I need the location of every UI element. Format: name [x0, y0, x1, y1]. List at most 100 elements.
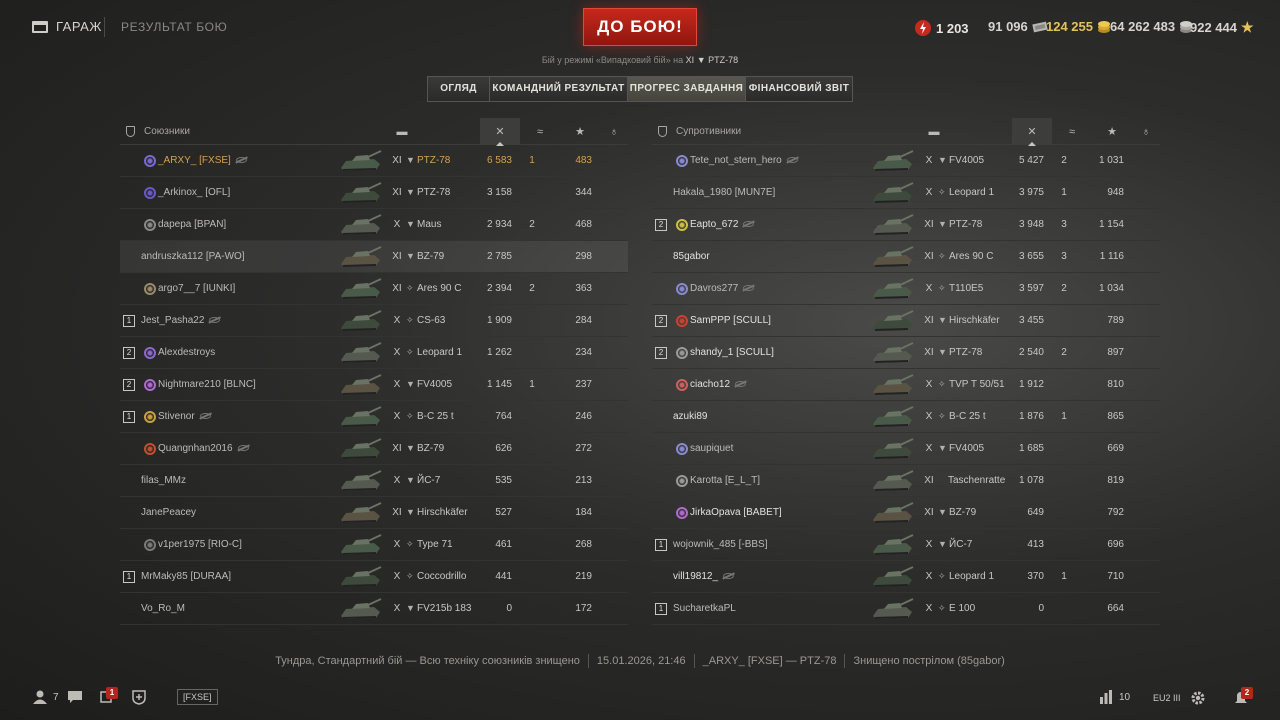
player-name[interactable]: SucharetkaPL	[673, 603, 736, 614]
clan-tag[interactable]: [FXSE]	[177, 689, 218, 705]
player-name[interactable]: v1per1975 [RIO-C]	[158, 539, 242, 550]
garage-link[interactable]: ГАРАЖ	[32, 19, 102, 34]
player-name[interactable]: Tete_not_stern_hero	[690, 155, 798, 166]
player-row[interactable]: 1 Stivenor X ✧ B-C 25 t 764 246	[120, 401, 628, 433]
tank-name: Hirschkäfer	[417, 507, 468, 518]
medal-column-icon[interactable]: ♁	[604, 123, 624, 141]
invites-button[interactable]: 1	[99, 687, 118, 707]
player-name[interactable]: SamPPP [SCULL]	[690, 315, 771, 326]
sessions-stats[interactable]: 10	[1099, 690, 1130, 704]
player-row[interactable]: JirkaOpava [BABET] XI ▼ BZ-79 649 792	[652, 497, 1160, 529]
player-row[interactable]: ciacho12 X ✧ TVP T 50/51 1 912 810	[652, 369, 1160, 401]
player-row[interactable]: v1per1975 [RIO-C] X ✧ Type 71 461 268	[120, 529, 628, 561]
player-row[interactable]: dapepa [BPAN] X ▼ Maus 2 934 2 468	[120, 209, 628, 241]
chat-button[interactable]	[67, 690, 83, 707]
player-name[interactable]: MrMaky85 [DURAA]	[141, 571, 231, 582]
player-name[interactable]: shandy_1 [SCULL]	[690, 347, 774, 358]
credits-counter[interactable]: 91 096	[988, 19, 1048, 34]
player-row[interactable]: Quangnhan2016 XI ▼ BZ-79 626 272	[120, 433, 628, 465]
player-name[interactable]: Hakala_1980 [MUN7E]	[673, 187, 775, 198]
tab-task-progress[interactable]: ПРОГРЕС ЗАВДАННЯ	[628, 77, 746, 101]
player-row[interactable]: JanePeacey XI ▼ Hirschkäfer 527 184	[120, 497, 628, 529]
player-row[interactable]: Davros277 X ✧ T110E5 3 597 2 1 034	[652, 273, 1160, 305]
tab-team-result[interactable]: КОМАНДНИЙ РЕЗУЛЬТАТ	[490, 77, 628, 101]
player-name[interactable]: Eapto_672	[690, 219, 755, 230]
damage-column-icon[interactable]: ✕	[490, 123, 510, 141]
xp-column-icon[interactable]: ★	[570, 123, 590, 141]
clan-button[interactable]	[132, 690, 146, 708]
player-row[interactable]: filas_MMz X ▼ ЙС-7 535 213	[120, 465, 628, 497]
settings-button[interactable]	[1190, 690, 1206, 709]
player-row[interactable]: 1 wojownik_485 [-BBS] X ▼ ЙС-7 413 696	[652, 529, 1160, 561]
player-row[interactable]: Karotta [E_L_T] XI Taschenratte 1 078 819	[652, 465, 1160, 497]
player-name[interactable]: JirkaOpava [BABET]	[690, 507, 782, 518]
server-selector[interactable]: EU2 III	[1153, 693, 1181, 703]
player-row[interactable]: 2 Alexdestroys X ✧ Leopard 1 1 262 234	[120, 337, 628, 369]
player-row[interactable]: saupiquet X ▼ FV4005 1 685 669	[652, 433, 1160, 465]
player-row[interactable]: vill19812_ X ✧ Leopard 1 370 1 710	[652, 561, 1160, 593]
bonds-counter[interactable]: 1 203	[914, 19, 969, 37]
player-name[interactable]: saupiquet	[690, 443, 733, 454]
player-name[interactable]: Alexdestroys	[158, 347, 215, 358]
friends-button[interactable]: 7	[32, 690, 59, 704]
gold-counter[interactable]: 124 255	[1046, 19, 1111, 34]
player-name[interactable]: filas_MMz	[141, 475, 186, 486]
kills-value: 3	[1061, 219, 1067, 230]
player-name[interactable]: argo7__7 [IUNKI]	[158, 283, 235, 294]
player-name[interactable]: JanePeacey	[141, 507, 196, 518]
player-name[interactable]: dapepa [BPAN]	[158, 219, 226, 230]
player-row[interactable]: Hakala_1980 [MUN7E] X ✧ Leopard 1 3 975 1 948	[652, 177, 1160, 209]
player-row[interactable]: 2 Nightmare210 [BLNC] X ▼ FV4005 1 145 1 237	[120, 369, 628, 401]
tank-column-icon[interactable]: ▬	[924, 123, 944, 141]
player-row[interactable]: _Arkinox_ [OFL] XI ▼ PTZ-78 3 158 344	[120, 177, 628, 209]
silver-counter[interactable]: 64 262 483	[1110, 19, 1193, 34]
player-name[interactable]: _Arkinox_ [OFL]	[158, 187, 230, 198]
player-row[interactable]: andruszka112 [PA-WO] XI ▼ BZ-79 2 785 298	[120, 241, 628, 273]
xp-column-icon[interactable]: ★	[1102, 123, 1122, 141]
battle-button[interactable]: ДО БОЮ!	[583, 8, 697, 46]
tab-financial-report[interactable]: ФІНАНСОВИЙ ЗВІТ	[746, 77, 852, 101]
player-name[interactable]: ciacho12	[690, 379, 747, 390]
player-name[interactable]: Vo_Ro_M	[141, 603, 185, 614]
player-row[interactable]: 2 SamPPP [SCULL] XI ▼ Hirschkäfer 3 455 789	[652, 305, 1160, 337]
free-xp-counter[interactable]: 922 444 ★	[1190, 19, 1254, 36]
player-row[interactable]: 2 Eapto_672 XI ▼ PTZ-78 3 948 3 1 154	[652, 209, 1160, 241]
player-name[interactable]: wojownik_485 [-BBS]	[673, 539, 768, 550]
kills-value: 2	[1061, 283, 1067, 294]
player-name[interactable]: andruszka112 [PA-WO]	[141, 251, 245, 262]
player-name[interactable]: Jest_Pasha22	[141, 315, 221, 326]
player-row[interactable]: azuki89 X ✧ B-C 25 t 1 876 1 865	[652, 401, 1160, 433]
player-row[interactable]: 1 SucharetkaPL X ✧ E 100 0 664	[652, 593, 1160, 625]
player-name[interactable]: vill19812_	[673, 571, 735, 582]
player-row[interactable]: Vo_Ro_M X ▼ FV215b 183 0 172	[120, 593, 628, 625]
player-name[interactable]: azuki89	[673, 411, 707, 422]
player-row[interactable]: argo7__7 [IUNKI] XI ✧ Ares 90 C 2 394 2 363	[120, 273, 628, 305]
notifications-button[interactable]: 2	[1234, 687, 1253, 708]
player-name[interactable]: Davros277	[690, 283, 755, 294]
player-badge-icon	[144, 411, 156, 423]
player-name[interactable]: 85gabor	[673, 251, 710, 262]
medal-column-icon[interactable]: ♁	[1136, 123, 1156, 141]
tank-column-icon[interactable]: ▬	[392, 123, 412, 141]
player-row[interactable]: 1 MrMaky85 [DURAA] X ✧ Coccodrillo 441 219	[120, 561, 628, 593]
mode-text: Бій у режимі «Випадковий бій» на	[541, 55, 684, 65]
kills-column-icon[interactable]: ≈	[530, 123, 550, 141]
player-name[interactable]: Quangnhan2016	[158, 443, 249, 454]
tank-name: BZ-79	[417, 251, 445, 262]
player-row[interactable]: _ARXY_ [FXSE] XI ▼ PTZ-78 6 583 1 483	[120, 145, 628, 177]
damage-value: 3 655	[1018, 251, 1044, 262]
player-row[interactable]: 85gabor XI ✧ Ares 90 C 3 655 3 1 116	[652, 241, 1160, 273]
player-name[interactable]: _ARXY_ [FXSE]	[158, 155, 247, 166]
damage-column-icon[interactable]: ✕	[1022, 123, 1042, 141]
player-row[interactable]: Tete_not_stern_hero X ▼ FV4005 5 427 2 1 031	[652, 145, 1160, 177]
player-row[interactable]: 2 shandy_1 [SCULL] XI ▼ PTZ-78 2 540 2 897	[652, 337, 1160, 369]
tab-overview[interactable]: ОГЛЯД	[428, 77, 490, 101]
player-row[interactable]: 1 Jest_Pasha22 X ✧ CS-63 1 909 284	[120, 305, 628, 337]
player-name[interactable]: Stivenor	[158, 411, 211, 422]
player-name-text: Hakala_1980 [MUN7E]	[673, 187, 776, 198]
player-name[interactable]: Karotta [E_L_T]	[690, 475, 760, 486]
kills-column-icon[interactable]: ≈	[1062, 123, 1082, 141]
player-name[interactable]: Nightmare210 [BLNC]	[158, 379, 256, 390]
tank-name: T110E5	[949, 283, 984, 294]
sessions-count: 10	[1119, 691, 1131, 703]
